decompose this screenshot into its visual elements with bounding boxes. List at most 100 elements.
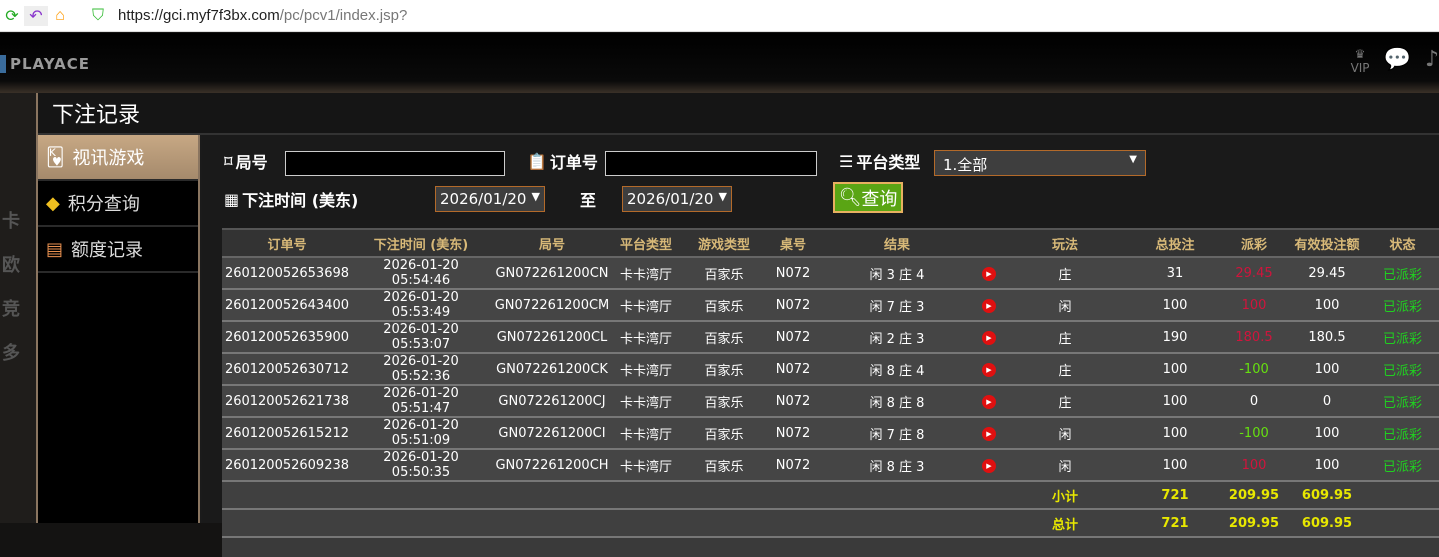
order-input[interactable]	[605, 151, 817, 176]
table-cell: 29.45	[1220, 257, 1288, 290]
table-cell: 庄	[1000, 257, 1130, 290]
table-cell: 百家乐	[678, 449, 770, 482]
table-cell: 2026-01-20 05:50:35	[352, 449, 490, 482]
vip-icon[interactable]: ♛ VIP	[1351, 47, 1370, 75]
table-cell: GN072261200CK	[490, 353, 614, 386]
column-header: 结果	[816, 228, 978, 258]
play-icon[interactable]: ▶	[982, 459, 996, 473]
order-label: 📋 订单号	[527, 149, 598, 173]
table-cell: GN072261200CJ	[490, 385, 614, 418]
table-cell: GN072261200CI	[490, 417, 614, 450]
table-row[interactable]: 260120052643400 2026-01-20 05:53:49 GN0722…	[222, 289, 1439, 322]
table-cell: 卡卡湾厅	[614, 385, 678, 418]
summary-cell	[352, 481, 490, 510]
table-cell: 2026-01-20 05:54:46	[352, 257, 490, 290]
query-button[interactable]: 🔍︎ 查询	[833, 182, 903, 213]
table-cell: 百家乐	[678, 289, 770, 322]
table-cell: 2026-01-20 05:51:47	[352, 385, 490, 418]
table-cell: 闲 8 庄 4	[816, 353, 978, 386]
table-cell: 100	[1220, 449, 1288, 482]
summary-cell	[770, 481, 816, 510]
refresh-icon[interactable]: ⟳	[0, 6, 24, 26]
table-cell: 260120052643400	[222, 289, 352, 322]
table-row[interactable]: 260120052621738 2026-01-20 05:51:47 GN0722…	[222, 385, 1439, 418]
table-cell: 闲 8 庄 8	[816, 385, 978, 418]
table-cell: 2026-01-20 05:53:49	[352, 289, 490, 322]
table-row[interactable]: 260120052653698 2026-01-20 05:54:46 GN0722…	[222, 257, 1439, 290]
summary-cell	[1366, 481, 1439, 510]
column-header: 下注时间 (美东)	[352, 228, 490, 258]
table-cell: 0	[1288, 385, 1366, 418]
summary-cell	[1366, 509, 1439, 538]
round-label: ⌑ 局号	[224, 149, 268, 173]
date-from-value: 2026/01/20	[440, 190, 527, 208]
table-cell: N072	[770, 449, 816, 482]
replay-cell: ▶	[978, 289, 1000, 322]
table-cell: 100	[1288, 417, 1366, 450]
round-input[interactable]	[285, 151, 505, 176]
bg-item: 欧	[2, 255, 20, 276]
table-row[interactable]: 260120052630712 2026-01-20 05:52:36 GN0722…	[222, 353, 1439, 386]
table-cell: 百家乐	[678, 257, 770, 290]
table-cell: 0	[1220, 385, 1288, 418]
table-row[interactable]: 260120052635900 2026-01-20 05:53:07 GN0722…	[222, 321, 1439, 354]
platform-value: 1.全部	[943, 156, 988, 174]
table-row[interactable]: 260120052609238 2026-01-20 05:50:35 GN0722…	[222, 449, 1439, 482]
sidebar-item-credit[interactable]: ▤ 额度记录	[38, 227, 198, 273]
table-cell: GN072261200CM	[490, 289, 614, 322]
date-from-picker[interactable]: 2026/01/20 ▼	[435, 186, 545, 212]
play-icon[interactable]: ▶	[982, 299, 996, 313]
table-cell: N072	[770, 321, 816, 354]
home-icon[interactable]: ⌂	[48, 7, 72, 25]
summary-cell	[770, 509, 816, 538]
summary-cell: 小计	[1000, 481, 1130, 510]
play-icon[interactable]: ▶	[982, 363, 996, 377]
table-cell: 已派彩	[1366, 417, 1439, 450]
summary-cell	[978, 509, 1000, 538]
platform-select[interactable]: 1.全部 ▼	[934, 150, 1146, 176]
table-cell: 卡卡湾厅	[614, 321, 678, 354]
play-icon[interactable]: ▶	[982, 427, 996, 441]
summary-cell	[816, 509, 978, 538]
table-cell: 百家乐	[678, 385, 770, 418]
total-row: 总计 721 209.95 609.95	[222, 509, 1439, 538]
calendar-icon: ▦	[224, 189, 240, 209]
table-cell: 庄	[1000, 321, 1130, 354]
table-cell: 闲	[1000, 417, 1130, 450]
undo-icon[interactable]: ↶	[24, 5, 48, 26]
summary-cell: 721	[1130, 481, 1220, 510]
column-header: 派彩	[1220, 228, 1288, 258]
replay-cell: ▶	[978, 417, 1000, 450]
round-label-text: 局号	[235, 153, 268, 172]
table-cell: 260120052635900	[222, 321, 352, 354]
table-cell: 闲	[1000, 449, 1130, 482]
sidebar-item-points[interactable]: ◆ 积分查询	[38, 181, 198, 227]
clipboard-icon: 📋	[527, 151, 547, 171]
play-icon[interactable]: ▶	[982, 395, 996, 409]
table-cell: GN072261200CL	[490, 321, 614, 354]
play-icon[interactable]: ▶	[982, 331, 996, 345]
chat-icon[interactable]: 💬	[1384, 47, 1411, 75]
column-header: 局号	[490, 228, 614, 258]
url-path: /pc/pcv1/index.jsp?	[279, 7, 408, 24]
play-icon[interactable]: ▶	[982, 267, 996, 281]
query-label: 查询	[861, 188, 898, 210]
table-cell: 百家乐	[678, 321, 770, 354]
subtotal-row: 小计 721 209.95 609.95	[222, 481, 1439, 510]
replay-cell: ▶	[978, 385, 1000, 418]
summary-cell	[614, 481, 678, 510]
document-icon: ▤	[46, 238, 64, 260]
sidebar: 🂾 视讯游戏 ◆ 积分查询 ▤ 额度记录	[38, 135, 200, 523]
address-bar[interactable]: https://gci.myf7f3bx.com/pc/pcv1/index.j…	[118, 7, 407, 24]
url-host: https://gci.myf7f3bx.com	[118, 7, 280, 24]
table-cell: 260120052609238	[222, 449, 352, 482]
sidebar-item-live-games[interactable]: 🂾 视讯游戏	[38, 135, 198, 181]
table-cell: 100	[1288, 353, 1366, 386]
music-icon[interactable]: ♪	[1425, 47, 1439, 75]
table-row[interactable]: 260120052615212 2026-01-20 05:51:09 GN0722…	[222, 417, 1439, 450]
platform-label-text: 平台类型	[856, 153, 921, 172]
date-to-picker[interactable]: 2026/01/20 ▼	[622, 186, 732, 212]
table-cell: 卡卡湾厅	[614, 417, 678, 450]
table-cell: 2026-01-20 05:53:07	[352, 321, 490, 354]
table-cell: 180.5	[1288, 321, 1366, 354]
